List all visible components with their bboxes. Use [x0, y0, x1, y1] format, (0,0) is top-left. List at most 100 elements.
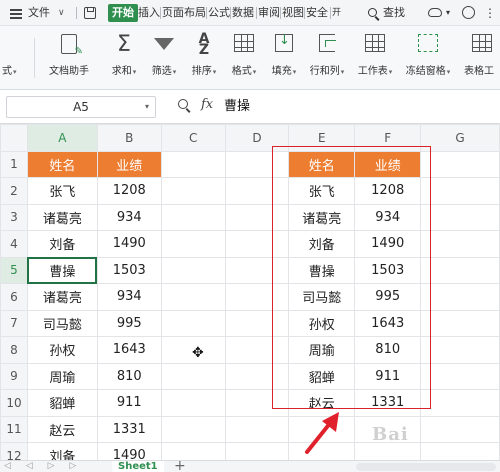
chevron-down-icon[interactable]: ▾ [145, 97, 149, 117]
row-header[interactable]: 2 [0, 177, 28, 205]
cell[interactable] [160, 230, 226, 258]
cell[interactable] [224, 309, 290, 337]
cell[interactable] [420, 442, 500, 460]
account-icon[interactable] [462, 0, 476, 26]
cell[interactable]: 诸葛亮 [26, 203, 98, 231]
cell[interactable] [160, 283, 226, 311]
column-header-e[interactable]: E [288, 124, 356, 152]
cell[interactable]: 995 [354, 283, 422, 311]
cell[interactable] [160, 177, 226, 205]
row-header[interactable]: 12 [0, 442, 28, 460]
cell[interactable]: 810 [354, 336, 422, 364]
fill-button[interactable]: 填充▾ [264, 26, 304, 90]
cell[interactable] [420, 389, 500, 417]
cell[interactable] [224, 177, 290, 205]
row-header[interactable]: 11 [0, 415, 28, 443]
cell[interactable] [160, 442, 226, 460]
cell[interactable] [420, 203, 500, 231]
column-header-a[interactable]: A [26, 124, 98, 152]
rows-columns-button[interactable]: 行和列▾ [304, 26, 350, 90]
cell[interactable] [420, 362, 500, 390]
cell[interactable]: 刘备 [26, 230, 98, 258]
sheet-nav-arrows-icon[interactable]: ◁ ◁ ▷ ▷ [4, 461, 82, 471]
cell[interactable]: 曹操 [288, 256, 356, 284]
cell[interactable]: 1208 [354, 177, 422, 205]
chevron-down-icon[interactable]: ∨ [58, 0, 65, 26]
cell[interactable] [420, 283, 500, 311]
cell[interactable] [224, 389, 290, 417]
cell[interactable] [224, 150, 290, 178]
column-header-f[interactable]: F [354, 124, 422, 152]
tab-insert[interactable]: 插入 [138, 0, 160, 26]
tab-page-layout[interactable]: 页面布局 [162, 0, 206, 26]
name-box[interactable]: A5 ▾ [6, 96, 156, 118]
cell[interactable]: 张飞 [288, 177, 356, 205]
cell[interactable]: 1503 [354, 256, 422, 284]
cell[interactable] [224, 362, 290, 390]
cell[interactable] [160, 256, 226, 284]
row-header[interactable]: 6 [0, 283, 28, 311]
cell[interactable]: 司马懿 [288, 283, 356, 311]
tab-formulas[interactable]: 公式 [208, 0, 230, 26]
row-header[interactable]: 5 [0, 256, 28, 284]
row-header[interactable]: 9 [0, 362, 28, 390]
row-header[interactable]: 8 [0, 336, 28, 364]
save-icon[interactable] [84, 0, 98, 26]
row-header[interactable]: 3 [0, 203, 28, 231]
horizontal-scrollbar[interactable] [356, 463, 496, 471]
active-cell[interactable]: 曹操 [26, 256, 98, 284]
filter-button[interactable]: 筛选▾ [144, 26, 184, 90]
cell[interactable]: 孙权 [288, 309, 356, 337]
table-tools-button[interactable]: 表格工 [460, 26, 500, 90]
tab-review[interactable]: 审阅 [258, 0, 280, 26]
cell[interactable] [420, 177, 500, 205]
chevron-down-icon[interactable]: ▾ [446, 0, 450, 26]
cell[interactable]: 810 [96, 362, 162, 390]
doc-assistant-button[interactable]: 文档助手 [42, 26, 96, 90]
cell[interactable] [420, 230, 500, 258]
cell[interactable]: 刘备 [288, 230, 356, 258]
cell[interactable] [160, 415, 226, 443]
cell[interactable]: 934 [96, 203, 162, 231]
cell[interactable] [420, 336, 500, 364]
cell[interactable]: 1643 [354, 309, 422, 337]
sum-button[interactable]: Σ 求和▾ [104, 26, 144, 90]
cell[interactable]: 诸葛亮 [26, 283, 98, 311]
cell[interactable] [224, 336, 290, 364]
cell[interactable]: 1503 [96, 256, 162, 284]
column-header-d[interactable]: D [224, 124, 290, 152]
cell[interactable] [224, 203, 290, 231]
cell[interactable]: 赵云 [26, 415, 98, 443]
cell[interactable] [224, 415, 290, 443]
cell[interactable]: 995 [96, 309, 162, 337]
cell[interactable] [160, 362, 226, 390]
freeze-panes-button[interactable]: 冻结窗格▾ [400, 26, 456, 90]
header-cell[interactable]: 业绩 [354, 150, 422, 178]
cell[interactable]: 司马懿 [26, 309, 98, 337]
cell[interactable] [160, 203, 226, 231]
cell[interactable] [224, 230, 290, 258]
cell[interactable] [354, 442, 422, 460]
column-header-g[interactable]: G [420, 124, 500, 152]
column-header-b[interactable]: B [96, 124, 162, 152]
cell[interactable]: 1490 [96, 230, 162, 258]
header-cell[interactable]: 姓名 [26, 150, 98, 178]
cell[interactable] [224, 283, 290, 311]
header-cell[interactable]: 业绩 [96, 150, 162, 178]
more-options-icon[interactable]: ⋮ [484, 0, 496, 26]
select-all-corner[interactable] [0, 124, 28, 152]
add-sheet-button[interactable]: + [174, 461, 186, 472]
sort-button[interactable]: AZ 排序▾ [184, 26, 224, 90]
formula-input[interactable]: 曹操 [224, 96, 494, 118]
tab-security[interactable]: 安全 [306, 0, 328, 26]
tab-data[interactable]: 数据 [232, 0, 254, 26]
cell[interactable]: 1331 [96, 415, 162, 443]
worksheet-button[interactable]: 工作表▾ [352, 26, 398, 90]
search-button[interactable]: 查找 [383, 0, 405, 26]
format-button[interactable]: 格式▾ [224, 26, 264, 90]
column-header-c[interactable]: C [160, 124, 226, 152]
cell[interactable] [160, 389, 226, 417]
cell[interactable]: 刘备 [26, 442, 98, 460]
cell[interactable]: 1490 [96, 442, 162, 460]
cell[interactable] [420, 256, 500, 284]
